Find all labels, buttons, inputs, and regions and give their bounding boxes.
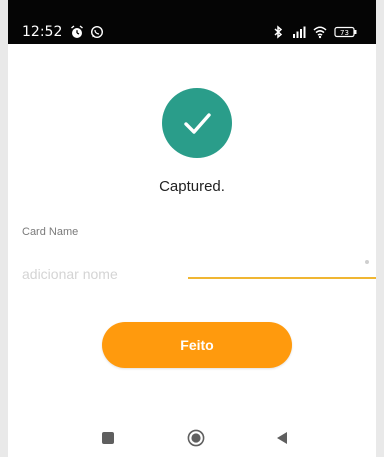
status-time: 12:52 (22, 24, 63, 40)
home-circle-icon[interactable] (187, 429, 205, 447)
captured-message: Captured. (159, 178, 225, 195)
recents-square-icon[interactable] (100, 430, 116, 446)
input-indicator-dot (365, 260, 369, 264)
check-icon (184, 113, 211, 134)
battery-level: 73 (340, 29, 349, 37)
navigation-bar (8, 418, 376, 457)
success-check-badge (162, 88, 232, 158)
status-left-icons (70, 25, 104, 39)
phone-screen: 12:52 73 Captured. Card Name adicionar n… (8, 0, 376, 457)
card-name-underline (188, 277, 376, 279)
done-button[interactable]: Feito (102, 322, 292, 368)
card-name-label: Card Name (22, 226, 79, 238)
alarm-icon (71, 25, 83, 38)
back-triangle-icon[interactable] (274, 430, 290, 446)
status-right-icons: 73 (271, 25, 358, 39)
signal-icon (293, 26, 306, 38)
status-bar: 12:52 73 (8, 0, 376, 44)
bluetooth-icon (274, 25, 283, 39)
battery-icon: 73 (334, 26, 357, 38)
card-name-input[interactable] (22, 262, 372, 286)
whatsapp-icon (90, 25, 104, 39)
wifi-icon (313, 26, 327, 39)
